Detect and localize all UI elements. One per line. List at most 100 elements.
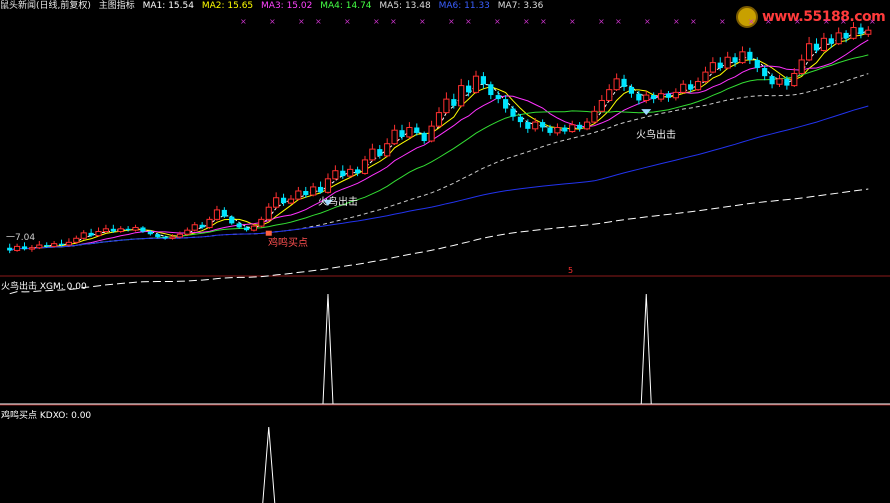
top-marker-2: × xyxy=(298,17,305,26)
top-marker-19: × xyxy=(719,17,726,26)
candle-body-100 xyxy=(747,51,753,60)
top-marker-1: × xyxy=(269,17,276,26)
candle-body-70 xyxy=(525,122,531,129)
candle-body-58 xyxy=(435,112,443,127)
candle-body-101 xyxy=(754,59,760,69)
top-marker-15: × xyxy=(615,17,622,26)
candle-body-99 xyxy=(739,51,746,64)
candle-body-109 xyxy=(813,43,820,51)
candle-body-111 xyxy=(828,38,834,44)
candle-body-49 xyxy=(369,148,376,161)
marker-5: 5 xyxy=(568,266,574,275)
candle-body-76 xyxy=(569,124,576,133)
candle-body-26 xyxy=(199,224,205,228)
candle-body-53 xyxy=(399,130,405,137)
candle-body-50 xyxy=(377,149,383,156)
candle-body-68 xyxy=(510,108,516,117)
top-marker-3: × xyxy=(315,17,322,26)
candle-body-95 xyxy=(709,62,716,73)
candle-body-94 xyxy=(702,71,709,83)
candle-body-48 xyxy=(361,159,369,174)
candle-body-4 xyxy=(36,244,43,249)
candle-body-59 xyxy=(443,98,450,114)
candle-body-82 xyxy=(613,78,620,91)
candle-body-22 xyxy=(169,236,176,239)
candle-body-83 xyxy=(621,78,627,87)
candle-body-32 xyxy=(243,227,250,231)
top-marker-12: × xyxy=(540,17,547,26)
ma4-line xyxy=(9,54,869,251)
candle-body-12 xyxy=(95,231,102,237)
candle-body-46 xyxy=(347,168,354,177)
candle-body-104 xyxy=(776,78,783,85)
candle-body-96 xyxy=(717,62,723,69)
candle-body-116 xyxy=(865,29,872,35)
candle-body-19 xyxy=(147,231,153,235)
candle-body-52 xyxy=(391,129,398,145)
candle-body-21 xyxy=(162,236,168,239)
top-marker-13: × xyxy=(569,17,576,26)
candle-body-61 xyxy=(458,85,465,107)
candle-body-1 xyxy=(14,245,21,251)
candle-body-6 xyxy=(51,243,58,247)
candle-body-62 xyxy=(466,85,472,93)
candle-body-91 xyxy=(680,83,687,93)
panel2-label: 火鸟出击 XGM: 0.00 xyxy=(1,282,87,292)
candle-body-39 xyxy=(295,190,302,200)
candle-body-13 xyxy=(102,228,110,233)
top-marker-20: × xyxy=(748,17,755,26)
candle-body-66 xyxy=(495,95,501,100)
top-marker-24: × xyxy=(840,17,847,26)
candle-body-89 xyxy=(665,93,672,98)
top-marker-16: × xyxy=(644,17,651,26)
candle-body-10 xyxy=(80,232,87,239)
candle-body-40 xyxy=(303,190,309,196)
candle-body-114 xyxy=(850,27,857,39)
candle-body-28 xyxy=(213,209,221,220)
candle-body-115 xyxy=(858,27,864,35)
top-marker-21: × xyxy=(765,17,772,26)
top-marker-9: × xyxy=(465,17,472,26)
candle-body-5 xyxy=(44,245,50,247)
candle-body-17 xyxy=(132,226,139,231)
candle-body-33 xyxy=(250,225,258,231)
chart-canvas[interactable]: × × × × × × × × × × × × × × × × × × × × × × × × × × xyxy=(0,0,890,503)
candle-body-30 xyxy=(229,216,235,224)
candle-body-34 xyxy=(258,218,265,227)
top-marker-18: × xyxy=(690,17,697,26)
candle-body-78 xyxy=(583,121,591,130)
top-marker-8: × xyxy=(448,17,455,26)
candle-body-106 xyxy=(791,72,798,87)
candle-body-64 xyxy=(480,76,487,85)
candle-body-85 xyxy=(636,93,642,101)
candle-body-75 xyxy=(562,127,568,132)
candle-body-47 xyxy=(354,169,361,174)
candle-body-69 xyxy=(517,116,524,123)
candle-body-56 xyxy=(421,132,427,141)
candle-body-90 xyxy=(672,91,679,99)
xgm-spike-0 xyxy=(322,293,334,405)
candle-body-63 xyxy=(472,75,480,93)
ma5-line xyxy=(9,73,869,251)
top-marker-5: × xyxy=(373,17,380,26)
candle-body-86 xyxy=(643,94,650,101)
candle-body-102 xyxy=(762,68,768,77)
candle-body-16 xyxy=(125,228,131,231)
panel3-label: 鸡鸣买点 KDXO: 0.00 xyxy=(1,411,92,421)
top-marker-11: × xyxy=(523,17,530,26)
low-price-label: 一7.04 xyxy=(6,233,36,243)
candle-body-81 xyxy=(606,89,613,101)
buy-label: 鸡鸣买点 xyxy=(268,238,308,249)
candle-body-60 xyxy=(451,99,457,106)
candle-body-57 xyxy=(428,125,435,142)
candle-body-11 xyxy=(88,232,94,236)
candle-body-67 xyxy=(503,99,509,109)
candle-body-84 xyxy=(628,86,635,94)
top-marker-22: × xyxy=(794,17,801,26)
candle-body-14 xyxy=(110,228,116,232)
candle-body-98 xyxy=(732,57,738,63)
top-marker-4: × xyxy=(344,17,351,26)
candle-body-24 xyxy=(184,229,191,235)
candle-body-105 xyxy=(784,78,790,86)
top-marker-6: × xyxy=(390,17,397,26)
